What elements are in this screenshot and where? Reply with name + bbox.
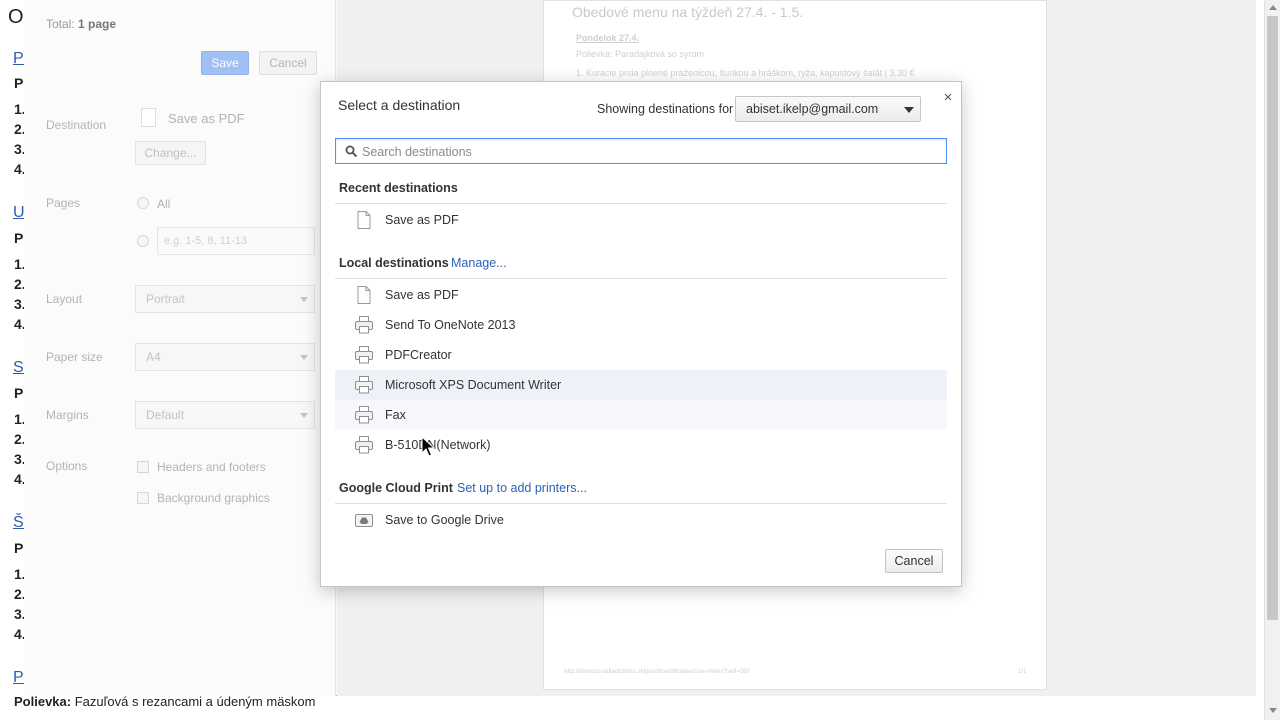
- save-button[interactable]: Save: [201, 51, 249, 75]
- setup-printers-link[interactable]: Set up to add printers...: [457, 481, 587, 495]
- search-box[interactable]: [335, 138, 947, 164]
- destination-label: Send To OneNote 2013: [385, 318, 516, 332]
- pdf-file-icon: [354, 285, 374, 305]
- select-destination-dialog: Select a destination Showing destination…: [320, 81, 962, 587]
- change-destination-button[interactable]: Change...: [135, 141, 206, 165]
- page-scrollbar[interactable]: [1264, 0, 1280, 720]
- destination-item[interactable]: Save as PDF: [335, 205, 947, 235]
- bottom-text: Fazuľová s rezancami a údeným mäskom: [71, 694, 316, 709]
- margins-select[interactable]: Default: [135, 401, 315, 429]
- background-graphics-label: Background graphics: [157, 491, 270, 505]
- printer-icon: [354, 345, 374, 365]
- dialog-cancel-button[interactable]: Cancel: [885, 549, 943, 573]
- recent-destinations-heading: Recent destinations: [339, 181, 458, 195]
- divider: [335, 503, 947, 504]
- paper-size-select[interactable]: A4: [135, 343, 315, 371]
- scroll-thumb[interactable]: [1267, 16, 1278, 620]
- margins-label: Margins: [46, 408, 89, 422]
- local-destinations-heading: Local destinations: [339, 256, 449, 270]
- preview-footer-url: http://demozuvadlaobsluhu.sk/posofice/of…: [564, 669, 750, 675]
- destination-item[interactable]: Save to Google Drive: [335, 505, 947, 535]
- pdf-file-icon: [141, 108, 156, 127]
- destination-label: PDFCreator: [385, 348, 452, 362]
- destination-label: Save as PDF: [385, 288, 459, 302]
- preview-item: 1. Kuracie prsia plnené praženicou, šunk…: [576, 68, 915, 78]
- preview-page-number: 1/1: [1018, 669, 1027, 675]
- pages-all-label: All: [157, 197, 171, 211]
- printer-icon: [354, 375, 374, 395]
- destination-label: Fax: [385, 408, 406, 422]
- pdf-file-icon: [354, 210, 374, 230]
- destination-item[interactable]: PDFCreator: [335, 340, 947, 370]
- print-sidebar: Total: 1 page Save Cancel Destination Sa…: [24, 0, 336, 696]
- search-icon: [345, 145, 358, 158]
- printer-icon: [354, 435, 374, 455]
- pages-label: Pages: [46, 196, 81, 210]
- background-bottom-line: Polievka: Fazuľová s rezancami a údeným …: [14, 694, 315, 709]
- headers-footers-label: Headers and footers: [157, 460, 266, 474]
- pages-custom-radio[interactable]: [137, 235, 149, 247]
- layout-select[interactable]: Portrait: [135, 285, 315, 313]
- scroll-up-arrow-icon[interactable]: [1269, 5, 1277, 10]
- mouse-cursor-icon: [421, 436, 435, 457]
- google-drive-icon: [354, 510, 374, 530]
- cancel-button[interactable]: Cancel: [259, 51, 317, 75]
- destination-item[interactable]: Send To OneNote 2013: [335, 310, 947, 340]
- destination-label: Save to Google Drive: [385, 513, 504, 527]
- manage-link[interactable]: Manage...: [451, 256, 507, 270]
- close-icon[interactable]: ×: [940, 90, 956, 106]
- scroll-down-arrow-icon[interactable]: [1269, 708, 1277, 713]
- pages-input[interactable]: e.g. 1-5, 8, 11-13: [157, 227, 315, 255]
- destination-label: Save as PDF: [385, 213, 459, 227]
- dialog-title: Select a destination: [338, 97, 461, 113]
- showing-destinations-label: Showing destinations for: [597, 102, 734, 116]
- search-input[interactable]: [362, 142, 932, 161]
- destination-item[interactable]: Microsoft XPS Document Writer: [335, 370, 947, 400]
- divider: [335, 203, 947, 204]
- layout-label: Layout: [46, 292, 83, 306]
- account-select[interactable]: abiset.ikelp@gmail.com: [735, 96, 921, 122]
- cloud-print-heading: Google Cloud Print: [339, 481, 453, 495]
- printer-icon: [354, 405, 374, 425]
- options-label: Options: [46, 459, 88, 473]
- destination-item[interactable]: Save as PDF: [335, 280, 947, 310]
- pages-all-radio[interactable]: [137, 197, 149, 209]
- paper-size-label: Paper size: [46, 350, 103, 364]
- headers-footers-checkbox[interactable]: [137, 461, 149, 473]
- bottom-label: Polievka:: [14, 694, 72, 709]
- preview-title: Obedové menu na týždeň 27.4. - 1.5.: [572, 4, 804, 20]
- preview-day: Pondelok 27.4.: [576, 33, 640, 43]
- background-graphics-checkbox[interactable]: [137, 492, 149, 504]
- divider: [335, 278, 947, 279]
- destination-label: B-510DN(Network): [385, 438, 491, 452]
- preview-soup: Polievka: Paradajková so syrom: [576, 49, 705, 59]
- destination-item[interactable]: Fax: [335, 400, 947, 430]
- destination-value: Save as PDF: [168, 111, 245, 126]
- destination-label: Destination: [46, 118, 107, 132]
- printer-icon: [354, 315, 374, 335]
- destination-label: Microsoft XPS Document Writer: [385, 378, 562, 392]
- total-pages: Total: 1 page: [46, 17, 117, 31]
